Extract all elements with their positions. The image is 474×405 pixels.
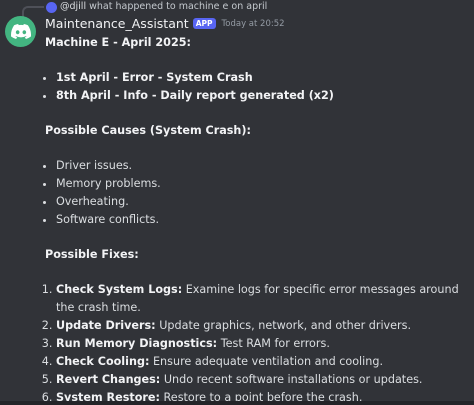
message-content: Machine E - April 2025: 1st April - Erro…	[45, 34, 465, 405]
event-list: 1st April - Error - System Crash 8th Apr…	[45, 69, 465, 105]
causes-heading: Possible Causes (System Crash):	[45, 124, 251, 137]
discord-logo-icon[interactable]	[5, 16, 36, 47]
fix-title: Run Memory Diagnostics:	[56, 337, 218, 350]
fix-text: Ensure adequate ventilation and cooling.	[149, 355, 384, 368]
fix-text: Undo recent software installations or up…	[160, 373, 423, 386]
list-item: 8th April - Info - Daily report generate…	[56, 87, 465, 105]
list-item: Overheating.	[56, 193, 465, 211]
list-item: Memory problems.	[56, 175, 465, 193]
fix-title: Check System Logs:	[56, 283, 183, 296]
causes-list: Driver issues. Memory problems. Overheat…	[45, 157, 465, 229]
fix-title: Update Drivers:	[56, 319, 156, 332]
message-username[interactable]: Maintenance_Assistant	[45, 16, 189, 31]
fixes-list: Check System Logs: Examine logs for spec…	[45, 281, 465, 405]
list-item: Check System Logs: Examine logs for spec…	[56, 281, 465, 317]
fixes-heading: Possible Fixes:	[45, 248, 139, 261]
bottom-divider	[0, 401, 474, 405]
app-badge: APP	[192, 18, 216, 29]
list-item: 1st April - Error - System Crash	[56, 69, 465, 87]
reply-avatar-icon[interactable]	[46, 2, 57, 13]
list-item: Run Memory Diagnostics: Test RAM for err…	[56, 335, 465, 353]
list-item: Revert Changes: Undo recent software ins…	[56, 371, 465, 389]
reply-username[interactable]: @djill	[60, 1, 86, 12]
list-item: Update Drivers: Update graphics, network…	[56, 317, 465, 335]
fix-text: Update graphics, network, and other driv…	[155, 319, 412, 332]
reply-preview[interactable]: @djill what happened to machine e on apr…	[60, 1, 267, 12]
reply-text: what happened to machine e on april	[89, 1, 268, 12]
message-title: Machine E - April 2025:	[45, 36, 191, 49]
list-item: Driver issues.	[56, 157, 465, 175]
message-header: Maintenance_Assistant APP Today at 20:52	[45, 16, 285, 31]
message-timestamp[interactable]: Today at 20:52	[222, 19, 285, 29]
discord-logo-glyph	[10, 24, 31, 39]
fix-title: Revert Changes:	[56, 373, 161, 386]
list-item: Check Cooling: Ensure adequate ventilati…	[56, 353, 465, 371]
fix-text: Test RAM for errors.	[217, 337, 330, 350]
list-item: Software conflicts.	[56, 211, 465, 229]
chat-frame: @djill what happened to machine e on apr…	[0, 0, 474, 405]
fix-title: Check Cooling:	[56, 355, 150, 368]
